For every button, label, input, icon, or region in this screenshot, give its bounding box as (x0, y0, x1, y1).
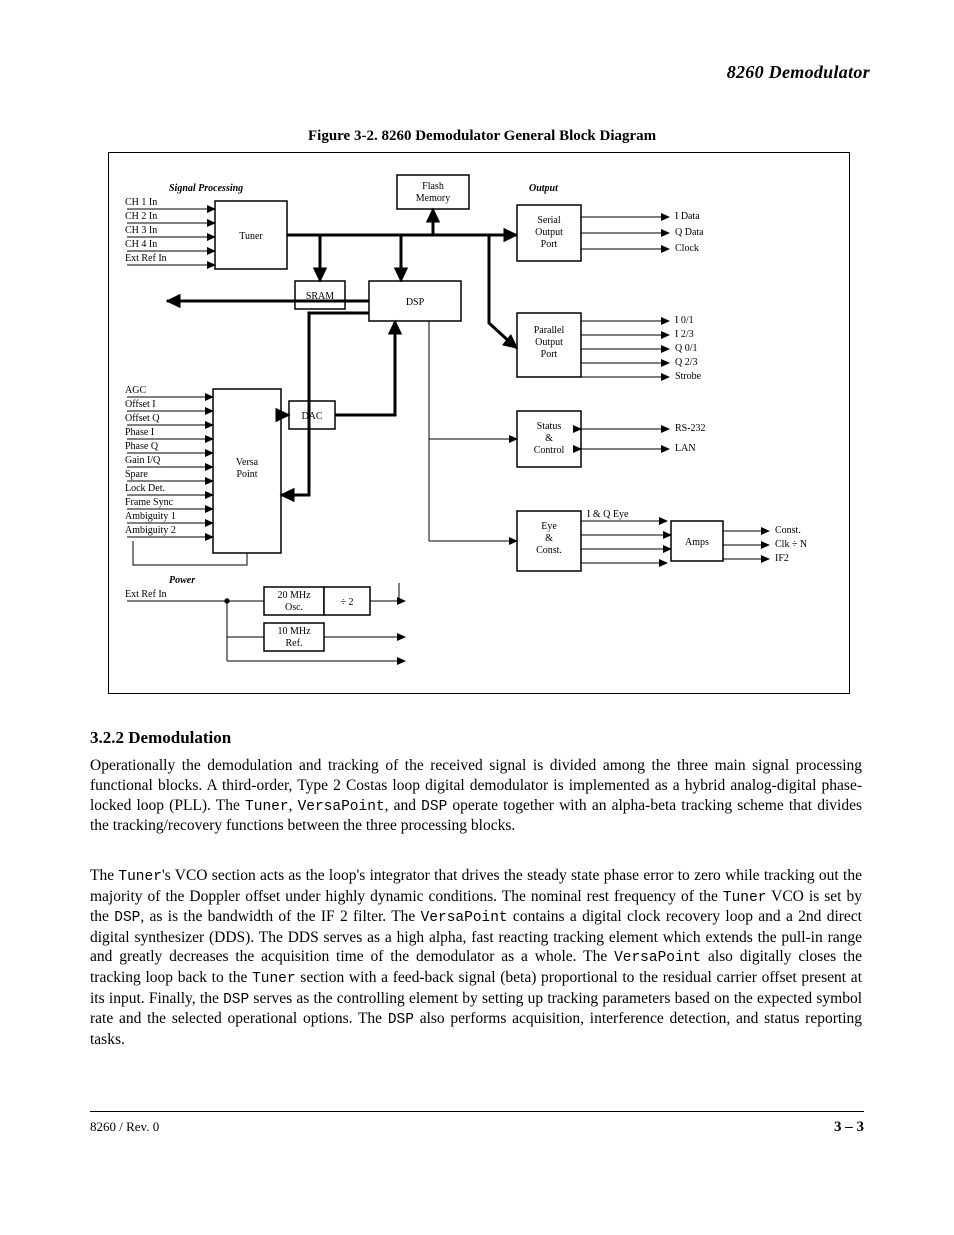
svg-text:Frame Sync: Frame Sync (125, 497, 174, 508)
svg-text:Signal Processing: Signal Processing (169, 183, 243, 194)
svg-text:Flash: Flash (422, 181, 444, 192)
svg-text:&: & (545, 433, 553, 444)
svg-text:Strobe: Strobe (675, 371, 702, 382)
svg-text:Q 2/3: Q 2/3 (675, 357, 698, 368)
svg-text:CH 1 In: CH 1 In (125, 197, 157, 208)
block-label-divider: ÷ 2 (341, 597, 354, 608)
svg-text:Control: Control (534, 445, 565, 456)
svg-text:Memory: Memory (416, 193, 450, 204)
svg-text:Eye: Eye (541, 521, 557, 532)
svg-text:Parallel: Parallel (534, 325, 565, 336)
svg-text:Point: Point (236, 469, 257, 480)
block-label-tuner: Tuner (239, 231, 263, 242)
svg-text:&: & (545, 533, 553, 544)
svg-text:I 0/1: I 0/1 (675, 315, 694, 326)
svg-text:Versa: Versa (236, 457, 259, 468)
svg-text:Port: Port (541, 349, 558, 360)
svg-text:Offset I: Offset I (125, 399, 156, 410)
svg-text:Clk ÷ N: Clk ÷ N (775, 539, 807, 550)
footer-right: 3 – 3 (834, 1119, 864, 1136)
svg-text:Phase I: Phase I (125, 427, 154, 438)
svg-text:Clock: Clock (675, 243, 699, 254)
svg-text:20 MHz: 20 MHz (277, 590, 311, 601)
block-label-amps: Amps (685, 537, 709, 548)
svg-text:Serial: Serial (537, 215, 561, 226)
svg-text:10 MHz: 10 MHz (277, 626, 311, 637)
svg-text:Gain I/Q: Gain I/Q (125, 455, 161, 466)
page-header-title: 8260 Demodulator (727, 62, 870, 83)
svg-text:I & Q Eye: I & Q Eye (587, 509, 629, 520)
svg-text:Port: Port (541, 239, 558, 250)
svg-text:Ambiguity 2: Ambiguity 2 (125, 525, 176, 536)
svg-text:CH 3 In: CH 3 In (125, 225, 157, 236)
svg-text:RS-232: RS-232 (675, 423, 706, 434)
svg-text:Ref.: Ref. (286, 638, 303, 649)
svg-text:Const.: Const. (775, 525, 801, 536)
block-label-dsp: DSP (406, 297, 425, 308)
svg-text:IF2: IF2 (775, 553, 789, 564)
footer-rule (90, 1111, 864, 1112)
svg-text:Spare: Spare (125, 469, 148, 480)
svg-text:Ext Ref In: Ext Ref In (125, 589, 167, 600)
svg-text:Q 0/1: Q 0/1 (675, 343, 698, 354)
svg-text:Output: Output (535, 227, 563, 238)
svg-text:I 2/3: I 2/3 (675, 329, 694, 340)
svg-text:Phase Q: Phase Q (125, 441, 159, 452)
svg-text:Ambiguity 1: Ambiguity 1 (125, 511, 176, 522)
paragraph-2: The Tuner's VCO section acts as the loop… (90, 866, 862, 1049)
svg-text:Offset Q: Offset Q (125, 413, 160, 424)
figure-title: Figure 3-2. 8260 Demodulator General Blo… (308, 128, 656, 145)
svg-text:Const.: Const. (536, 545, 562, 556)
footer-left: 8260 / Rev. 0 (90, 1119, 159, 1135)
block-diagram: Tuner Flash Memory SRAM DSP DAC Versa Po… (108, 152, 850, 694)
svg-text:Output: Output (535, 337, 563, 348)
svg-text:AGC: AGC (125, 385, 146, 396)
svg-text:Osc.: Osc. (285, 602, 303, 613)
svg-text:CH 4 In: CH 4 In (125, 239, 157, 250)
svg-text:Lock Det.: Lock Det. (125, 483, 165, 494)
svg-text:Power: Power (169, 575, 195, 586)
svg-text:LAN: LAN (675, 443, 696, 454)
svg-text:CH 2 In: CH 2 In (125, 211, 157, 222)
paragraph-1: Operationally the demodulation and track… (90, 756, 862, 836)
block-label-dac: DAC (301, 411, 322, 422)
svg-text:Ext Ref In: Ext Ref In (125, 253, 167, 264)
svg-text:Q Data: Q Data (675, 227, 704, 238)
svg-text:Status: Status (537, 421, 562, 432)
svg-text:I Data: I Data (675, 211, 700, 222)
section-title: 3.2.2 Demodulation (90, 728, 231, 748)
svg-text:Output: Output (529, 183, 559, 194)
